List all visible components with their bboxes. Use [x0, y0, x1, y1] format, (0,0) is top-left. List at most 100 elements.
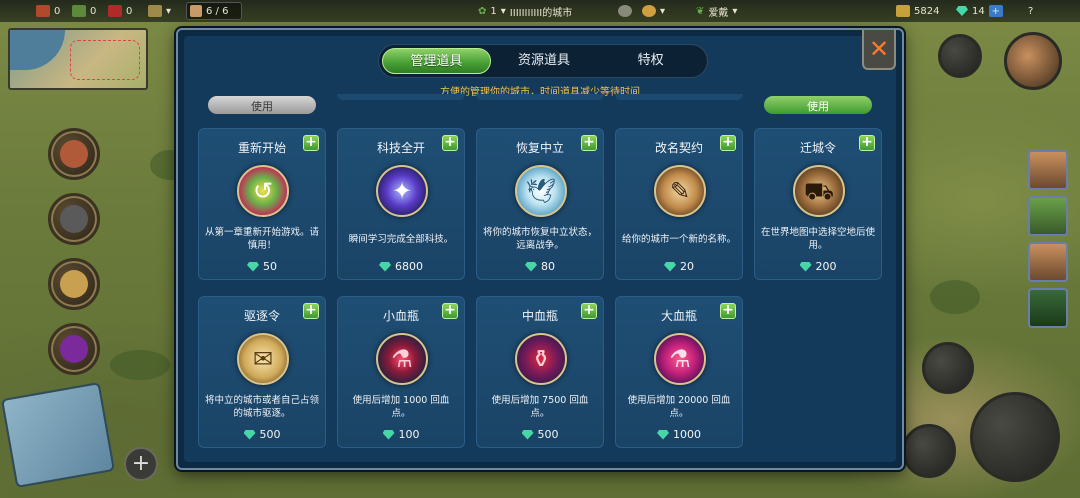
- hero-portrait[interactable]: [1028, 150, 1068, 190]
- tab-resource-items[interactable]: 资源道具: [491, 48, 598, 74]
- gem-icon: [664, 261, 676, 272]
- card-edge: [337, 94, 465, 100]
- item-description: 使用后增加 1000 回血点。: [352, 395, 450, 419]
- add-item-button[interactable]: +: [720, 135, 736, 151]
- gem-icon: [382, 429, 395, 440]
- add-item-button[interactable]: +: [581, 135, 597, 151]
- chevron-down-icon: ▾: [166, 5, 172, 17]
- gem-icon: [247, 261, 259, 272]
- blueprint-button[interactable]: [0, 382, 116, 488]
- shield-button[interactable]: [938, 34, 982, 78]
- hero-portrait[interactable]: [1028, 288, 1068, 328]
- add-item-button[interactable]: +: [442, 135, 458, 151]
- hero-portrait[interactable]: [1028, 196, 1068, 236]
- close-icon: ✕: [868, 35, 890, 63]
- item-description: 瞬间学习完成全部科技。: [348, 233, 454, 245]
- item-card-neutral[interactable]: 恢复中立 + 🕊 将你的城市恢复中立状态，远离战争。 80: [476, 128, 604, 280]
- chevron-down-icon: ▾: [500, 5, 506, 17]
- item-description: 给你的城市一个新的名称。: [622, 233, 737, 245]
- scrolled-card: 使用: [198, 94, 326, 116]
- add-item-button[interactable]: +: [720, 303, 736, 319]
- resource-2[interactable]: 0: [72, 3, 96, 19]
- scales-icon: [60, 270, 88, 298]
- army-button[interactable]: [48, 193, 100, 245]
- item-price: 80: [477, 260, 603, 273]
- food-indicator[interactable]: ▾: [642, 3, 665, 19]
- add-gems-button[interactable]: +: [988, 5, 1003, 17]
- item-description: 将你的城市恢复中立状态，远离战争。: [483, 227, 598, 251]
- resource-1[interactable]: 0: [36, 3, 60, 19]
- add-button[interactable]: +: [124, 447, 158, 481]
- tab-management-items[interactable]: 管理道具: [382, 48, 491, 74]
- city-selector[interactable]: ✿ 1 ▾ IIIIIIIIIII的城市: [478, 3, 572, 19]
- use-button[interactable]: 使用: [764, 96, 872, 114]
- backpack-icon: [60, 140, 88, 168]
- tab-bar: 管理道具 资源道具 特权: [378, 44, 708, 78]
- potion-button[interactable]: [48, 323, 100, 375]
- add-item-button[interactable]: +: [442, 303, 458, 319]
- gem-icon: [243, 429, 256, 440]
- tree-decoration: [930, 280, 980, 314]
- quill-icon: ✎: [654, 165, 706, 217]
- help-button[interactable]: ?: [1028, 3, 1033, 19]
- close-button[interactable]: ✕: [862, 30, 896, 70]
- add-item-button[interactable]: +: [303, 135, 319, 151]
- item-card-medium-potion[interactable]: 中血瓶 + ⚱ 使用后增加 7500 回血点。 500: [476, 296, 604, 448]
- item-price: 20: [616, 260, 742, 273]
- item-card-small-potion[interactable]: 小血瓶 + ⚗ 使用后增加 1000 回血点。 100: [337, 296, 465, 448]
- build-menu[interactable]: ▾: [148, 3, 171, 19]
- use-button[interactable]: 使用: [208, 96, 316, 114]
- scrolled-card: [615, 94, 743, 116]
- potion-icon: [60, 335, 88, 363]
- backpack-button[interactable]: [48, 128, 100, 180]
- bowl-icon: [642, 5, 656, 17]
- event-button[interactable]: [618, 3, 632, 19]
- gem-icon: [379, 261, 391, 272]
- add-item-button[interactable]: +: [581, 303, 597, 319]
- soldier-icon: [190, 5, 202, 17]
- restart-icon: ↺: [237, 165, 289, 217]
- item-card-rename[interactable]: 改名契约 + ✎ 给你的城市一个新的名称。 20: [615, 128, 743, 280]
- trade-button[interactable]: [48, 258, 100, 310]
- coin-icon: [896, 5, 910, 17]
- small-potion-icon: ⚗: [376, 333, 428, 385]
- bricks-icon: [148, 5, 162, 17]
- item-price: 200: [755, 260, 881, 273]
- minimap[interactable]: [8, 28, 148, 90]
- item-card-relocate[interactable]: 迁城令 + ⛟ 在世界地图中选择空地后使用。 200: [754, 128, 882, 280]
- add-item-button[interactable]: +: [303, 303, 319, 319]
- gourd-button[interactable]: [922, 342, 974, 394]
- item-card-expel[interactable]: 驱逐令 + ✉ 将中立的城市或者自己占领的城市驱逐。 500: [198, 296, 326, 448]
- item-description: 将中立的城市或者自己占领的城市驱逐。: [205, 395, 320, 419]
- item-card-restart[interactable]: 重新开始 + ↺ 从第一章重新开始游戏。请慎用！ 50: [198, 128, 326, 280]
- item-price: 50: [199, 260, 325, 273]
- item-description: 使用后增加 20000 回血点。: [627, 395, 731, 419]
- gem-icon: [521, 429, 534, 440]
- scrolled-card: [337, 94, 465, 116]
- gem-counter[interactable]: 14 +: [956, 3, 1003, 19]
- item-price: 500: [477, 428, 603, 441]
- tab-privileges[interactable]: 特权: [597, 48, 704, 74]
- coin-counter[interactable]: 5824: [896, 3, 939, 19]
- meat-icon: [108, 5, 122, 17]
- user-menu[interactable]: ❦ 爱戴 ▾: [696, 3, 737, 19]
- wood-icon: [36, 5, 50, 17]
- hammer-build-button[interactable]: [970, 392, 1060, 482]
- scrolled-card: 使用: [754, 94, 882, 116]
- add-item-button[interactable]: +: [859, 135, 875, 151]
- resource-3[interactable]: 0: [108, 3, 132, 19]
- gem-icon: [956, 6, 968, 16]
- card-edge: [615, 94, 743, 100]
- commander-avatar[interactable]: [1004, 32, 1062, 90]
- item-card-large-potion[interactable]: 大血瓶 + ⚗ 使用后增加 20000 回血点。 1000: [615, 296, 743, 448]
- hero-portrait[interactable]: [1028, 242, 1068, 282]
- item-store-dialog: 管理道具 资源道具 特权 方便的管理你的城市，时间道具减少等待时间 ✕ 使用 使…: [176, 28, 904, 470]
- shovel-button[interactable]: [902, 424, 956, 478]
- item-card-tech[interactable]: 科技全开 + ✦ 瞬间学习完成全部科技。 6800: [337, 128, 465, 280]
- card-edge: [476, 94, 604, 100]
- gem-icon: [525, 261, 537, 272]
- leaf-icon: ✿: [478, 5, 487, 17]
- item-description: 从第一章重新开始游戏。请慎用！: [205, 227, 320, 251]
- item-price: 6800: [338, 260, 464, 273]
- troop-counter-content: 6 / 6: [190, 3, 228, 19]
